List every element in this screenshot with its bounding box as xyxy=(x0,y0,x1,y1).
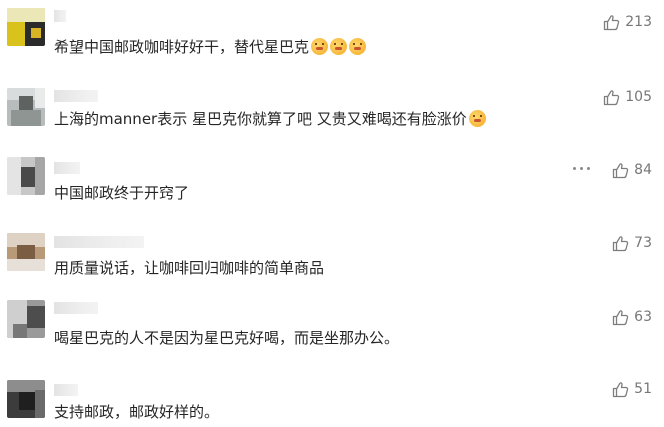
thumbs-up-icon xyxy=(603,89,620,106)
like-count: 73 xyxy=(634,235,652,251)
thumbs-up-icon xyxy=(612,235,629,252)
thumbs-up-icon xyxy=(603,14,620,31)
username-blurred xyxy=(54,90,98,102)
comment-text: 希望中国邮政咖啡好好干，替代星巴克 xyxy=(54,37,367,57)
more-dots-icon[interactable] xyxy=(573,167,590,170)
like-button[interactable]: 105 xyxy=(603,87,652,107)
like-button[interactable]: 73 xyxy=(612,233,652,253)
username-blurred xyxy=(54,10,66,22)
comment-item: 上海的manner表示 星巴克你就算了吧 又贵又难喝还有脸涨价 105 xyxy=(0,82,664,152)
like-count: 84 xyxy=(634,162,652,178)
like-count: 105 xyxy=(625,89,652,105)
shushing-face-icon xyxy=(330,38,348,55)
like-button[interactable]: 84 xyxy=(612,160,652,180)
like-count: 63 xyxy=(634,309,652,325)
comment-item: 喝星巴克的人不是因为星巴克好喝，而是坐那办公。 63 xyxy=(0,292,664,362)
comment-text: 中国邮政终于开窍了 xyxy=(54,184,190,202)
like-button[interactable]: 51 xyxy=(612,379,652,399)
avatar[interactable] xyxy=(7,88,45,126)
thumbs-up-icon xyxy=(612,162,629,179)
like-button[interactable]: 63 xyxy=(612,307,652,327)
comment-item: 用质量说话，让咖啡回归咖啡的简单商品 73 xyxy=(0,222,664,292)
comment-item: 中国邮政终于开窍了 84 xyxy=(0,152,664,222)
like-count: 51 xyxy=(634,381,652,397)
comment-item: 支持邮政，邮政好样的。 51 xyxy=(0,362,664,427)
avatar[interactable] xyxy=(7,300,45,338)
username-blurred xyxy=(54,384,78,396)
thumbs-up-icon xyxy=(612,309,629,326)
like-button[interactable]: 213 xyxy=(603,12,652,32)
shushing-face-icon xyxy=(311,38,329,55)
comment-text: 支持邮政，邮政好样的。 xyxy=(54,403,220,421)
avatar[interactable] xyxy=(7,233,45,271)
thumbs-up-icon xyxy=(612,381,629,398)
avatar[interactable] xyxy=(7,380,45,418)
comment-item: 希望中国邮政咖啡好好干，替代星巴克 213 xyxy=(0,0,664,70)
username-blurred xyxy=(54,302,98,314)
comment-text: 上海的manner表示 星巴克你就算了吧 又贵又难喝还有脸涨价 xyxy=(54,109,486,129)
username-blurred xyxy=(54,236,144,248)
username-blurred xyxy=(54,162,80,174)
avatar[interactable] xyxy=(7,157,45,195)
comment-text: 喝星巴克的人不是因为星巴克好喝，而是坐那办公。 xyxy=(54,329,400,347)
shushing-face-icon xyxy=(349,38,367,55)
avatar[interactable] xyxy=(7,8,45,46)
like-count: 213 xyxy=(625,14,652,30)
comment-text: 用质量说话，让咖啡回归咖啡的简单商品 xyxy=(54,259,325,277)
shushing-face-icon xyxy=(468,110,486,127)
